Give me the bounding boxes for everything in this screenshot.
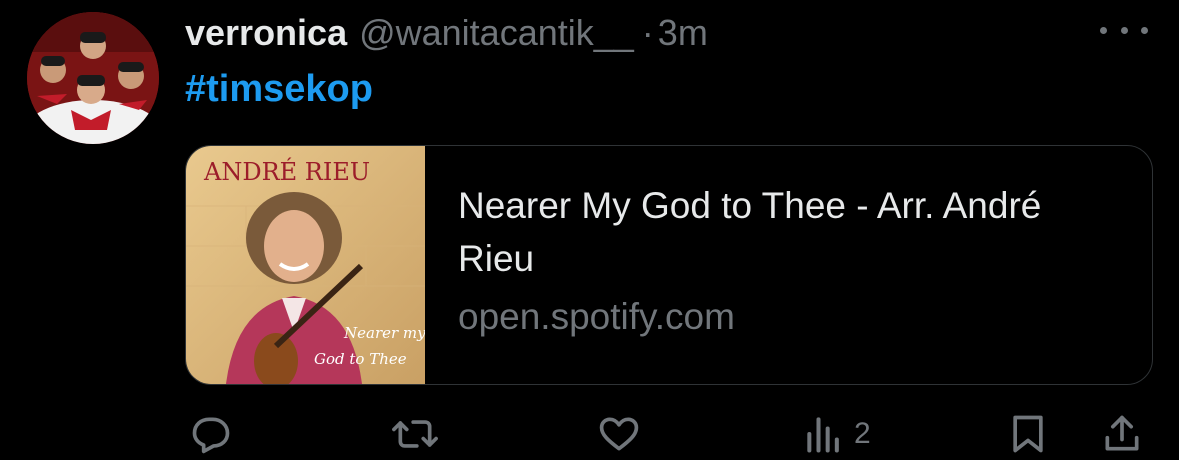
album-artist-text: ANDRÉ RIEU <box>203 157 370 186</box>
heart-icon <box>599 417 639 451</box>
display-name[interactable]: verronica <box>185 12 347 54</box>
reply-button[interactable] <box>188 412 234 456</box>
separator-dot: · <box>641 12 654 53</box>
album-cover-image: ANDRÉ RIEU Nearer my God to Thee <box>186 146 425 384</box>
dot <box>1100 26 1107 34</box>
avatar-image <box>27 12 159 144</box>
retweet-button[interactable] <box>390 412 440 456</box>
views-icon <box>807 417 839 453</box>
album-title-line2: God to Thee <box>314 350 407 368</box>
views-count: 2 <box>854 417 871 450</box>
like-button[interactable] <box>596 412 642 456</box>
tweet-header: verronica @wanitacantik__ · 3m <box>185 12 708 56</box>
dot <box>1141 26 1148 34</box>
action-bar: 2 <box>0 408 1179 460</box>
timestamp[interactable]: 3m <box>658 12 708 54</box>
reply-icon <box>192 417 230 454</box>
views-button[interactable]: 2 <box>802 412 871 456</box>
album-title-line1: Nearer my <box>343 324 425 342</box>
bookmark-button[interactable] <box>1006 412 1050 456</box>
link-preview-card[interactable]: ANDRÉ RIEU Nearer my God to Thee Nearer … <box>185 145 1153 385</box>
bookmark-icon <box>1013 415 1043 453</box>
more-options-icon[interactable] <box>1100 18 1148 42</box>
card-title: Nearer My God to Thee - Arr. André Rieu <box>458 185 1042 279</box>
retweet-icon <box>392 420 438 448</box>
card-domain: open.spotify.com <box>458 296 735 337</box>
share-icon <box>1105 415 1139 451</box>
share-button[interactable] <box>1100 412 1144 456</box>
user-handle[interactable]: @wanitacantik__ <box>359 12 634 54</box>
avatar[interactable] <box>27 12 159 144</box>
hashtag-link[interactable]: #timsekop <box>185 68 373 111</box>
dot <box>1120 26 1128 34</box>
